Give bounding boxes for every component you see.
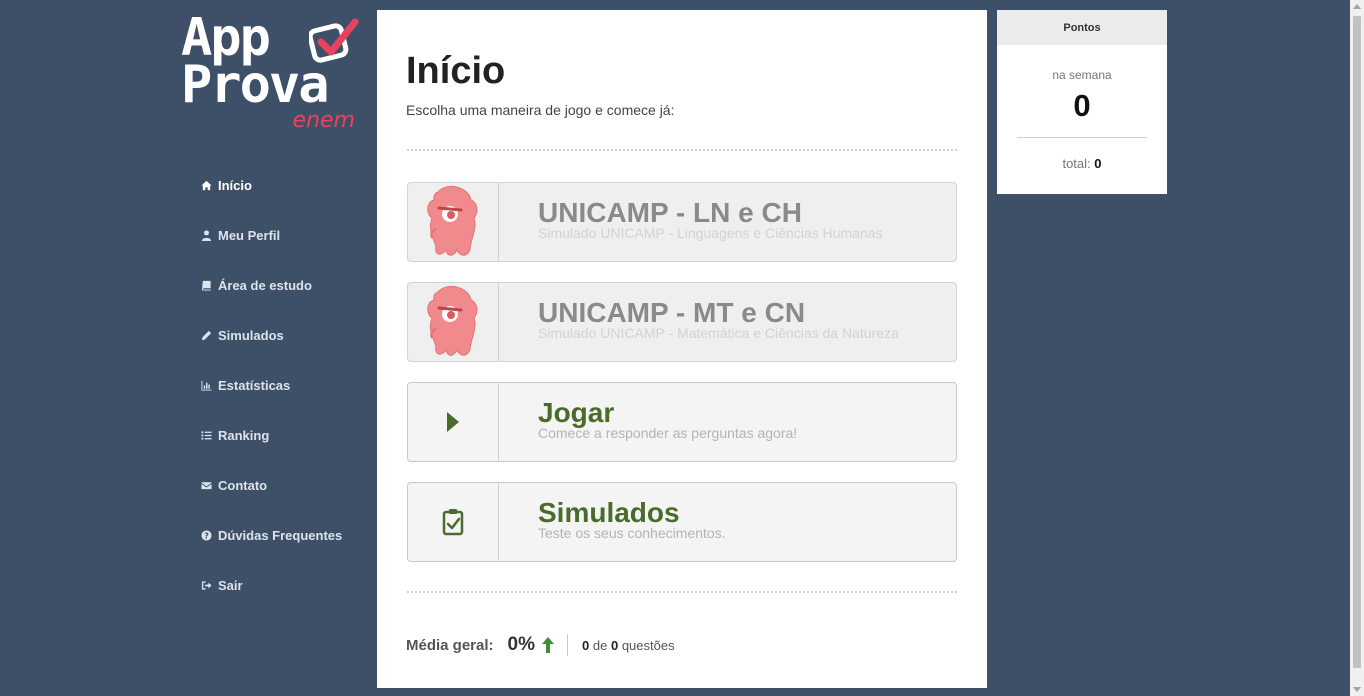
sidebar-item-inicio[interactable]: Início (200, 160, 370, 210)
points-divider (1017, 137, 1147, 138)
scroll-down-arrow-icon[interactable] (1353, 687, 1361, 692)
of-word: de (592, 637, 608, 653)
sidebar-item-label: Dúvidas Frequentes (218, 527, 343, 543)
card-icon-box (408, 183, 499, 261)
page-subtitle: Escolha uma maneira de jogo e comece já: (406, 102, 675, 118)
book-icon (200, 279, 212, 291)
sidebar-item-label: Contato (218, 477, 268, 493)
sidebar-item-label: Estatísticas (218, 377, 291, 393)
monster-icon (427, 285, 478, 356)
question-icon: ? (200, 529, 212, 541)
sidebar-item-ranking[interactable]: Ranking (200, 410, 370, 460)
bar-chart-icon (200, 379, 212, 391)
sidebar-item-label: Meu Perfil (218, 227, 281, 243)
sidebar-item-simulados[interactable]: Simulados (200, 310, 370, 360)
divider (407, 149, 957, 151)
home-icon (200, 179, 212, 191)
main-panel: Início Escolha uma maneira de jogo e com… (377, 10, 987, 688)
questions-count: 0 de 0 questões (582, 638, 675, 653)
play-icon (447, 412, 459, 432)
points-header: Pontos (997, 10, 1167, 45)
game-mode-card-unicamp-ln-ch[interactable]: UNICAMP - LN e CH Simulado UNICAMP - Lin… (407, 182, 957, 262)
sidebar-item-label: Sair (218, 577, 243, 593)
questions-word: questões (621, 637, 675, 653)
checkbox-check-icon (309, 18, 359, 63)
card-icon-box (408, 283, 499, 361)
card-description: Teste os seus conhecimentos. (538, 525, 726, 541)
divider (407, 591, 957, 593)
sidebar-item-meu-perfil[interactable]: Meu Perfil (200, 210, 370, 260)
card-description: Simulado UNICAMP - Matemática e Ciências… (538, 325, 899, 341)
page-title: Início (406, 50, 506, 92)
overall-average-stats: Média geral: 0% 0 de 0 questões (406, 630, 675, 660)
scrollbar-thumb[interactable] (1353, 16, 1361, 668)
app-logo[interactable]: App Prova enem (181, 12, 361, 134)
game-mode-card-jogar[interactable]: Jogar Comece a responder as perguntas ag… (407, 382, 957, 462)
game-mode-card-unicamp-mt-cn[interactable]: UNICAMP - MT e CN Simulado UNICAMP - Mat… (407, 282, 957, 362)
sidebar-item-estatisticas[interactable]: Estatísticas (200, 360, 370, 410)
arrow-up-icon (542, 637, 554, 653)
sign-out-icon (200, 579, 212, 591)
points-panel: Pontos na semana 0 total: 0 (997, 10, 1167, 194)
points-total-value: 0 (1094, 156, 1102, 171)
monster-icon (427, 185, 478, 256)
logo-text-enem: enem (292, 108, 355, 133)
user-icon (200, 229, 212, 241)
sidebar-item-contato[interactable]: Contato (200, 460, 370, 510)
page-scrollbar[interactable] (1350, 0, 1364, 696)
sidebar-item-area-de-estudo[interactable]: Área de estudo (200, 260, 370, 310)
card-icon-box (408, 383, 499, 461)
scroll-up-arrow-icon[interactable] (1353, 4, 1361, 9)
stats-separator (567, 634, 568, 656)
points-week-value: 0 (1073, 88, 1091, 123)
points-total-label: total: (1062, 156, 1091, 171)
points-total: total: 0 (997, 156, 1167, 171)
pencil-icon (200, 329, 212, 341)
sidebar-item-label: Ranking (218, 427, 270, 443)
envelope-icon (200, 479, 212, 491)
card-description: Simulado UNICAMP - Linguagens e Ciências… (538, 225, 883, 241)
answered-count: 0 (582, 637, 590, 653)
logo-text-prova: Prova (181, 55, 330, 115)
sidebar-item-duvidas-frequentes[interactable]: ? Dúvidas Frequentes (200, 510, 370, 560)
stats-label: Média geral: (406, 636, 494, 654)
svg-text:?: ? (204, 530, 209, 540)
list-icon (200, 429, 212, 441)
sidebar-item-label: Início (218, 177, 252, 193)
game-mode-card-simulados[interactable]: Simulados Teste os seus conhecimentos. (407, 482, 957, 562)
card-description: Comece a responder as perguntas agora! (538, 425, 798, 441)
clipboard-check-icon (442, 509, 464, 536)
card-icon-box (408, 483, 499, 561)
total-count: 0 (610, 637, 619, 653)
sidebar-item-label: Simulados (218, 327, 284, 343)
points-week-label: na semana (1052, 68, 1112, 82)
sidebar-nav: Início Meu Perfil Área de estudo Simulad… (200, 160, 370, 610)
stats-percentage: 0% (507, 634, 535, 655)
sidebar-item-sair[interactable]: Sair (200, 560, 370, 610)
sidebar-item-label: Área de estudo (218, 277, 312, 293)
